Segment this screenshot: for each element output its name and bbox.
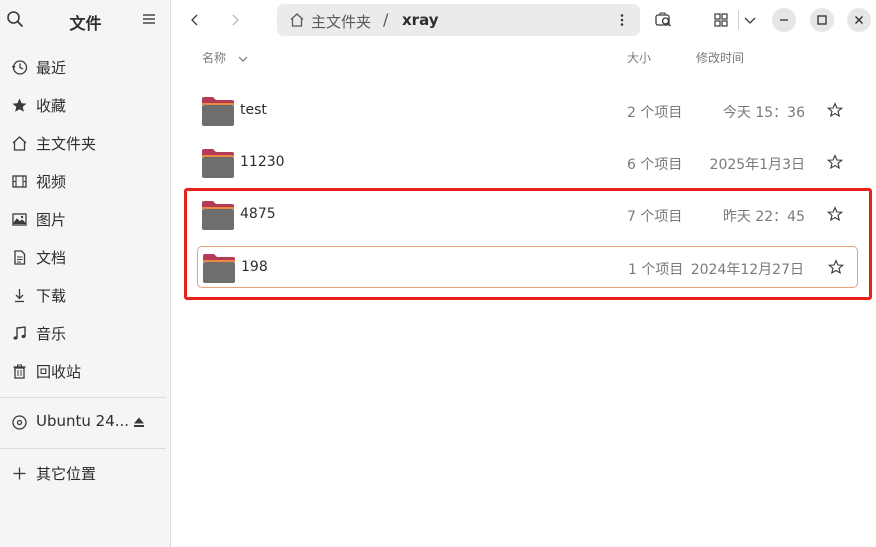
search-folder-button[interactable] <box>654 10 674 30</box>
sidebar-item-music[interactable]: 音乐 <box>0 315 171 351</box>
sidebar-item-label: Ubuntu 24... <box>36 412 130 430</box>
sidebar-item-documents[interactable]: 文档 <box>0 239 171 275</box>
sidebar-item-label: 音乐 <box>36 325 67 343</box>
minimize-icon <box>780 19 788 21</box>
forward-button[interactable] <box>223 8 247 32</box>
file-row[interactable]: test 2 个项目 今天 15：36 <box>197 90 858 132</box>
sidebar-item-label: 文档 <box>36 249 67 267</box>
file-size: 2 个项目 <box>627 105 683 121</box>
recent-icon <box>11 59 28 76</box>
trash-icon <box>11 363 28 380</box>
download-icon <box>11 287 28 304</box>
sort-descending-icon <box>238 56 248 62</box>
sidebar-item-label: 其它位置 <box>36 465 97 483</box>
back-button[interactable] <box>183 8 207 32</box>
grid-view-button[interactable] <box>711 10 731 30</box>
file-size: 6 个项目 <box>627 157 683 173</box>
sidebar-item-trash[interactable]: 回收站 <box>0 353 171 389</box>
sidebar-divider <box>0 448 166 449</box>
chevron-left-icon <box>191 14 198 26</box>
sidebar-divider <box>0 397 166 398</box>
sidebar-item-downloads[interactable]: 下载 <box>0 277 171 313</box>
file-name: 11230 <box>240 154 285 170</box>
minimize-button[interactable] <box>772 8 796 32</box>
maximize-button[interactable] <box>810 8 834 32</box>
sidebar-item-label: 收藏 <box>36 97 67 115</box>
video-icon <box>11 173 28 190</box>
file-modified: 2025年1月3日 <box>709 157 805 173</box>
close-icon <box>855 16 863 24</box>
sidebar-item-label: 视频 <box>36 173 67 191</box>
column-header-size[interactable]: 大小 <box>627 49 651 66</box>
sidebar: 文件 最近 收藏 主文件夹 视频 图片 文档 下载 音乐 回收站 Ubuntu … <box>0 0 171 547</box>
column-header-name[interactable]: 名称 <box>202 49 248 66</box>
camera-search-icon <box>655 12 671 27</box>
sidebar-item-recent[interactable]: 最近 <box>0 49 171 85</box>
chevron-right-icon <box>232 14 239 26</box>
file-modified: 今天 15：36 <box>722 105 805 121</box>
plus-icon <box>11 465 28 482</box>
folder-icon <box>202 149 234 178</box>
path-segment-home[interactable]: 主文件夹 <box>311 11 371 32</box>
sidebar-item-other-locations[interactable]: 其它位置 <box>0 455 171 491</box>
grid-icon <box>714 13 728 27</box>
sidebar-item-label: 最近 <box>36 59 67 77</box>
path-separator: / <box>383 10 389 29</box>
toolbar-divider <box>738 10 739 30</box>
eject-icon[interactable] <box>133 416 145 428</box>
maximize-icon <box>817 15 827 25</box>
file-row[interactable]: 11230 6 个项目 2025年1月3日 <box>197 142 858 184</box>
sidebar-item-home[interactable]: 主文件夹 <box>0 125 171 161</box>
column-header-modified[interactable]: 修改时间 <box>696 49 744 66</box>
home-icon <box>290 13 304 27</box>
view-options-button[interactable] <box>740 10 760 30</box>
sidebar-item-drive[interactable]: Ubuntu 24... <box>0 404 171 440</box>
sidebar-header: 文件 <box>0 0 171 40</box>
image-icon <box>11 211 28 228</box>
path-bar[interactable]: 主文件夹 / xray <box>277 4 640 36</box>
hamburger-menu-icon[interactable] <box>141 11 157 27</box>
music-icon <box>11 325 28 342</box>
path-segment-current[interactable]: xray <box>402 11 439 29</box>
column-header-label: 名称 <box>202 51 227 65</box>
star-outline-icon[interactable] <box>827 102 843 118</box>
folder-icon <box>202 97 234 126</box>
star-outline-icon[interactable] <box>827 154 843 170</box>
star-icon <box>11 97 28 114</box>
sidebar-item-label: 主文件夹 <box>36 135 97 153</box>
chevron-down-icon <box>744 17 756 24</box>
file-name: test <box>240 102 267 118</box>
sidebar-item-label: 下载 <box>36 287 67 305</box>
close-button[interactable] <box>847 8 871 32</box>
annotation-highlight-box <box>184 188 872 300</box>
sidebar-item-videos[interactable]: 视频 <box>0 163 171 199</box>
sidebar-item-starred[interactable]: 收藏 <box>0 87 171 123</box>
home-icon <box>11 135 28 152</box>
disc-icon <box>11 414 28 431</box>
sidebar-item-pictures[interactable]: 图片 <box>0 201 171 237</box>
sidebar-item-label: 图片 <box>36 211 67 229</box>
document-icon <box>11 249 28 266</box>
sidebar-item-label: 回收站 <box>36 363 82 381</box>
more-options-icon[interactable] <box>615 13 629 27</box>
